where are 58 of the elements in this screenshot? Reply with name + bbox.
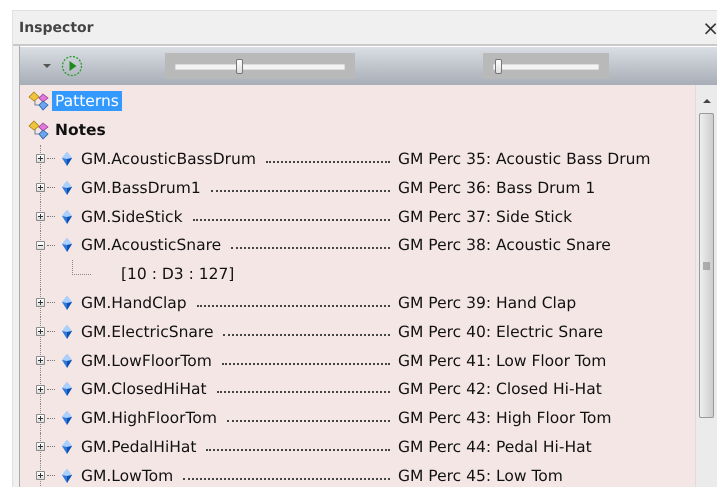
- expand-icon[interactable]: [36, 471, 45, 480]
- diamond-icon: [61, 468, 73, 484]
- expand-icon[interactable]: [36, 442, 45, 452]
- expand-icon[interactable]: [36, 154, 45, 164]
- scroll-thumb[interactable]: [699, 113, 714, 418]
- note-name[interactable]: GM.ClosedHiHat: [81, 380, 207, 398]
- note-description: GM Perc 41: Low Floor Tom: [398, 352, 608, 370]
- diamond-icon: [61, 381, 73, 398]
- expand-icon[interactable]: [36, 414, 45, 423]
- expand-icon[interactable]: [36, 298, 45, 308]
- note-description: GM Perc 39: Hand Clap: [398, 294, 578, 312]
- diamond-icon: [61, 237, 73, 254]
- note-name[interactable]: GM.HandClap: [81, 294, 187, 312]
- expand-icon[interactable]: [36, 212, 45, 222]
- note-description: GM Perc 40: Electric Snare: [398, 322, 604, 341]
- note-description: GM Perc 38: Acoustic Snare: [398, 236, 612, 254]
- note-name[interactable]: GM.LowTom: [81, 466, 174, 485]
- scrollbar[interactable]: [695, 85, 717, 487]
- node-group-icon: [28, 91, 50, 112]
- diamond-icon: [61, 208, 73, 225]
- diamond-icon: [61, 324, 73, 340]
- tree-item[interactable]: Notes: [52, 120, 109, 140]
- note-name[interactable]: GM.AcousticBassDrum: [81, 150, 256, 168]
- note-description: GM Perc 35: Acoustic Bass Drum: [398, 150, 652, 168]
- note-description: GM Perc 42: Closed Hi-Hat: [398, 380, 603, 398]
- note-name[interactable]: GM.AcousticSnare: [81, 236, 222, 254]
- diamond-icon: [61, 294, 73, 311]
- dropdown-caret-icon[interactable]: [43, 64, 51, 68]
- note-name[interactable]: GM.BassDrum1: [81, 178, 201, 197]
- node-group-icon: [28, 120, 50, 140]
- diamond-icon: [61, 180, 73, 196]
- slider-thumb[interactable]: [236, 59, 243, 74]
- grip-icon: [703, 262, 710, 270]
- expand-icon[interactable]: [36, 183, 45, 192]
- close-button[interactable]: ×: [702, 18, 717, 38]
- note-name[interactable]: GM.SideStick: [81, 208, 183, 226]
- note-description: GM Perc 45: Low Tom: [398, 466, 564, 485]
- diamond-icon: [61, 352, 73, 369]
- note-event[interactable]: [10 : D3 : 127]: [121, 265, 234, 284]
- scroll-up-icon[interactable]: [702, 99, 710, 103]
- panel-title: Inspector: [19, 20, 94, 36]
- collapse-icon[interactable]: [36, 240, 45, 250]
- diamond-icon: [61, 438, 73, 455]
- note-description: GM Perc 37: Side Stick: [398, 208, 574, 226]
- note-description: GM Perc 36: Bass Drum 1: [398, 178, 596, 197]
- note-name[interactable]: GM.ElectricSnare: [81, 322, 214, 341]
- diamond-icon: [61, 150, 73, 167]
- expand-icon[interactable]: [36, 384, 45, 394]
- diamond-icon: [61, 410, 73, 426]
- expand-icon[interactable]: [36, 327, 45, 336]
- expand-icon[interactable]: [36, 356, 45, 366]
- note-name[interactable]: GM.HighFloorTom: [81, 409, 217, 428]
- play-button[interactable]: [61, 55, 83, 77]
- note-name[interactable]: GM.PedalHiHat: [81, 438, 196, 456]
- note-description: GM Perc 44: Pedal Hi-Hat: [398, 438, 593, 456]
- note-name[interactable]: GM.LowFloorTom: [81, 352, 212, 370]
- slider-thumb[interactable]: [495, 59, 502, 74]
- note-description: GM Perc 43: High Floor Tom: [398, 409, 612, 428]
